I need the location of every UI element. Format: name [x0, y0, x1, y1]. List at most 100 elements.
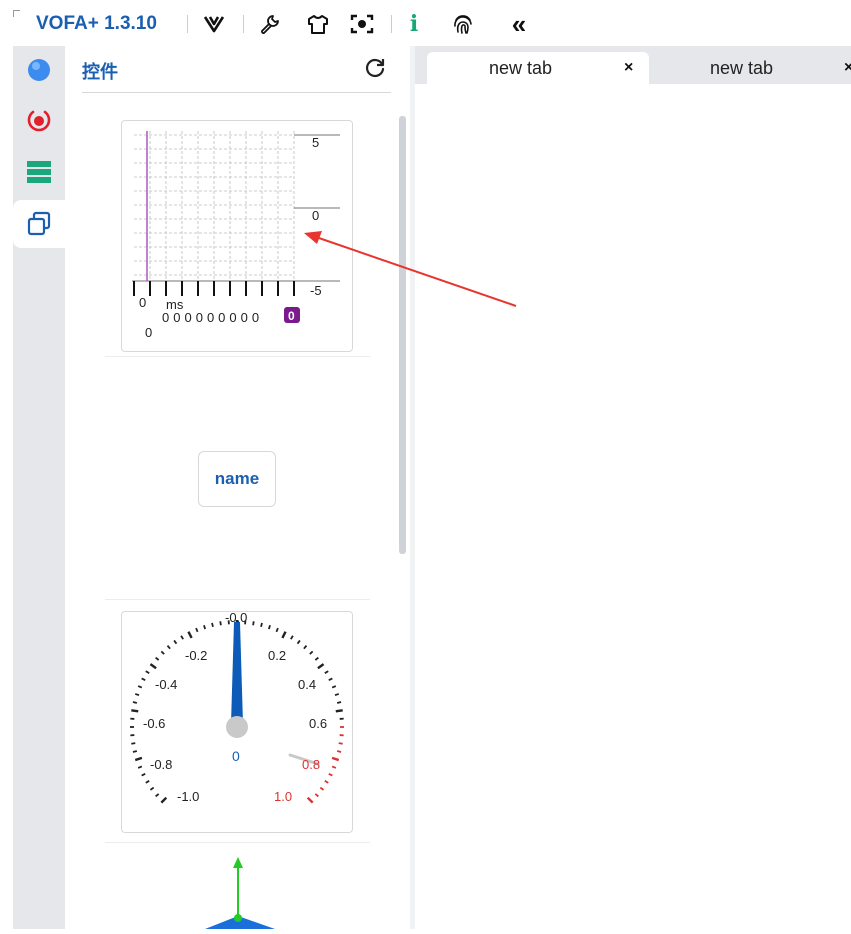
x-start-label: 0	[139, 295, 146, 310]
gauge-hub	[226, 716, 248, 738]
gauge-tick	[329, 678, 333, 680]
counter-value: 0	[207, 310, 214, 325]
info-icon[interactable]: i	[404, 12, 424, 36]
y-label-mid: 0	[312, 208, 319, 223]
gauge-label: 0.6	[309, 716, 327, 731]
close-icon[interactable]: ×	[844, 59, 851, 77]
gauge-label: -0.2	[185, 648, 207, 663]
gauge-tick	[269, 625, 270, 629]
gauge-label: 0.4	[298, 677, 316, 692]
gauge-tick	[310, 651, 313, 654]
collapse-icon[interactable]: «	[503, 12, 529, 36]
tab-new-tab-1[interactable]: new tab ×	[427, 52, 649, 84]
panel-title: 控件	[82, 58, 118, 84]
gauge-tick	[188, 632, 191, 638]
gauge-tick	[150, 664, 156, 668]
gauge-tick	[298, 640, 300, 643]
gauge-tick	[335, 694, 339, 695]
widgets-panel: 控件	[65, 46, 410, 929]
gauge-tick	[304, 646, 307, 649]
capture-icon[interactable]	[348, 12, 376, 36]
gauge-tick	[135, 694, 139, 695]
gauge-tick	[220, 621, 221, 625]
widget-divider	[105, 842, 370, 843]
counter-value: 0	[173, 310, 180, 325]
counter-row: 0 0 0 0 0 0 0 0 0	[162, 310, 259, 325]
app-title: VOFA+ 1.3.10	[36, 13, 157, 35]
gauge-tick	[181, 636, 183, 639]
shirt-icon[interactable]	[305, 12, 331, 36]
tab-label: new tab	[710, 58, 773, 79]
gauge-tick	[161, 651, 164, 654]
toolbar-separator	[243, 15, 244, 33]
connect-dot-icon[interactable]	[13, 46, 65, 94]
tab-new-tab-2[interactable]: new tab ×	[649, 52, 851, 84]
gauge-tick	[337, 751, 341, 752]
y-label-bottom: -5	[310, 283, 322, 298]
widget-divider	[105, 356, 370, 357]
gauge-tick	[282, 632, 285, 638]
gauge-tick	[291, 636, 293, 639]
counter-value: 0	[162, 310, 169, 325]
gauge-tick	[131, 710, 138, 711]
gauge-tick	[156, 658, 159, 661]
gauge-tick	[142, 678, 146, 680]
wrench-icon[interactable]	[258, 12, 282, 36]
gauge-tick	[332, 766, 336, 768]
widget-divider	[105, 599, 370, 600]
name-button[interactable]: name	[198, 451, 276, 507]
refresh-icon[interactable]	[363, 56, 387, 85]
gauge-tick	[168, 646, 171, 649]
gauge-tick	[336, 710, 343, 711]
window-corner	[13, 10, 20, 17]
gauge-tick	[332, 686, 336, 688]
gauge-label: -0.6	[143, 716, 165, 731]
gauge-tick	[133, 702, 137, 703]
waveform-grid	[134, 131, 294, 281]
counter-value: 0	[241, 310, 248, 325]
origin-label: 0	[145, 325, 152, 340]
panel-divider	[82, 92, 391, 93]
gauge-label: -1.0	[177, 789, 199, 804]
gauge-tick	[337, 702, 341, 703]
y-label-top: 5	[312, 135, 319, 150]
gauge-tick	[204, 625, 205, 629]
gauge-tick	[308, 798, 313, 803]
gauge-tick	[150, 788, 153, 790]
record-icon[interactable]	[13, 96, 65, 144]
left-rail	[13, 46, 65, 929]
gauge-tick	[276, 628, 278, 632]
panel-scrollbar[interactable]	[399, 116, 406, 554]
gauge-tick	[253, 621, 254, 625]
counter-value: 0	[196, 310, 203, 325]
gauge-widget[interactable]: -0.0 -0.2 -0.4 -0.6 -0.8 -1.0 0.2 0.4 0.…	[121, 611, 353, 833]
waveform-widget[interactable]: 5 0 -5 0 ms 0 0 0 0 0 0 0 0 0 0 0	[121, 120, 353, 352]
counter-value: 0	[218, 310, 225, 325]
workspace[interactable]	[415, 84, 851, 929]
gauge-tick	[212, 623, 213, 627]
toolbar-separator	[391, 15, 392, 33]
axis3d-widget[interactable]	[195, 854, 285, 929]
gauge-label: -0.8	[150, 757, 172, 772]
gauge-tick	[329, 774, 333, 776]
widgets-icon[interactable]	[13, 200, 65, 248]
gauge-tick	[315, 794, 318, 797]
fingerprint-icon[interactable]	[450, 12, 476, 36]
vofa-logo-icon[interactable]	[202, 12, 226, 36]
tab-bar: new tab × new tab ×	[415, 46, 851, 84]
gauge-tick	[320, 788, 323, 790]
gauge-needle	[231, 622, 243, 724]
list-icon[interactable]	[13, 148, 65, 196]
gauge-tick	[332, 758, 339, 760]
close-icon[interactable]: ×	[624, 59, 633, 77]
counter-value: 0	[252, 310, 259, 325]
gauge-tick	[318, 664, 324, 668]
counter-value: 0	[229, 310, 236, 325]
counter-value: 0	[184, 310, 191, 325]
gauge-tick	[174, 640, 176, 643]
toolbar-separator	[187, 15, 188, 33]
gauge-tick	[138, 766, 142, 768]
gauge-tick	[146, 781, 149, 783]
gauge-red-label: 1.0	[274, 789, 292, 804]
gauge-tick	[133, 751, 137, 752]
